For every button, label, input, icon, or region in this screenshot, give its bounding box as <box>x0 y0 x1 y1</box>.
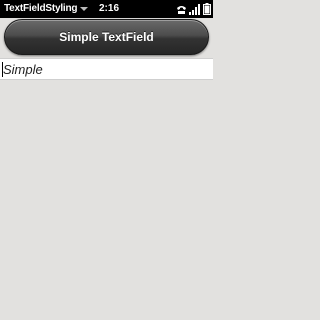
header-bar: Simple TextField <box>4 19 209 55</box>
simple-textfield[interactable] <box>0 59 213 79</box>
battery-icon <box>203 3 211 15</box>
phone-icon <box>176 4 187 15</box>
text-cursor <box>2 62 3 77</box>
page-title: Simple TextField <box>59 30 154 44</box>
textfield-row[interactable] <box>0 58 213 80</box>
status-bar: TextFieldStyling 2:16 <box>0 0 213 18</box>
status-icons <box>176 3 211 15</box>
signal-icon <box>189 4 201 15</box>
app-menu[interactable]: TextFieldStyling <box>4 3 89 14</box>
clock: 2:16 <box>99 3 120 14</box>
app-name: TextFieldStyling <box>4 3 78 14</box>
chevron-down-icon <box>80 7 89 11</box>
